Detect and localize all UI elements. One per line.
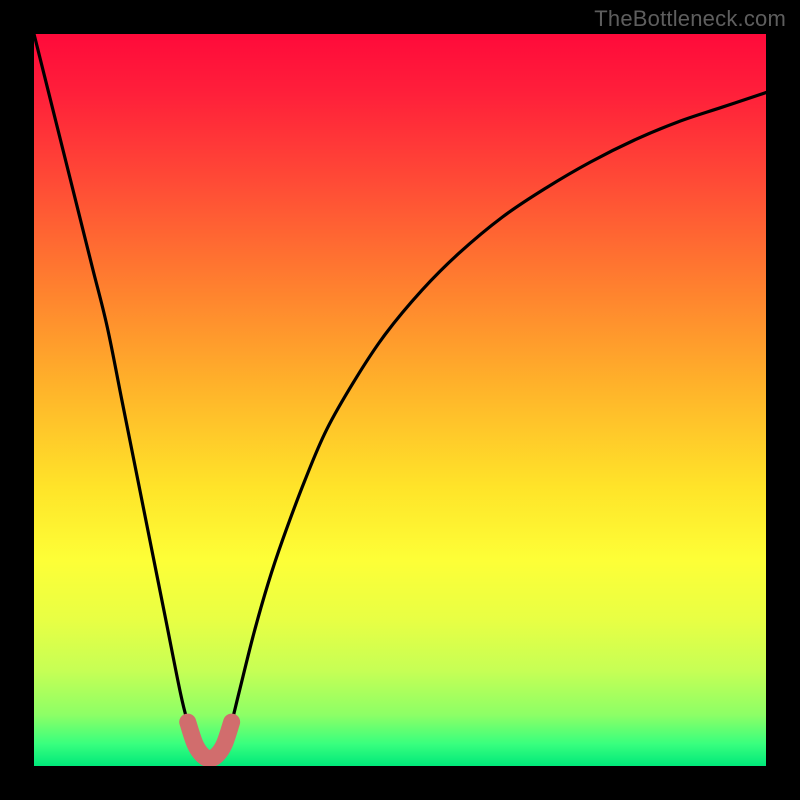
bottleneck-chart <box>34 34 766 766</box>
chart-frame: TheBottleneck.com <box>0 0 800 800</box>
bottleneck-curve <box>34 34 766 759</box>
plot-area <box>34 34 766 766</box>
bottleneck-minimum-marker <box>188 722 232 759</box>
watermark-text: TheBottleneck.com <box>594 6 786 32</box>
